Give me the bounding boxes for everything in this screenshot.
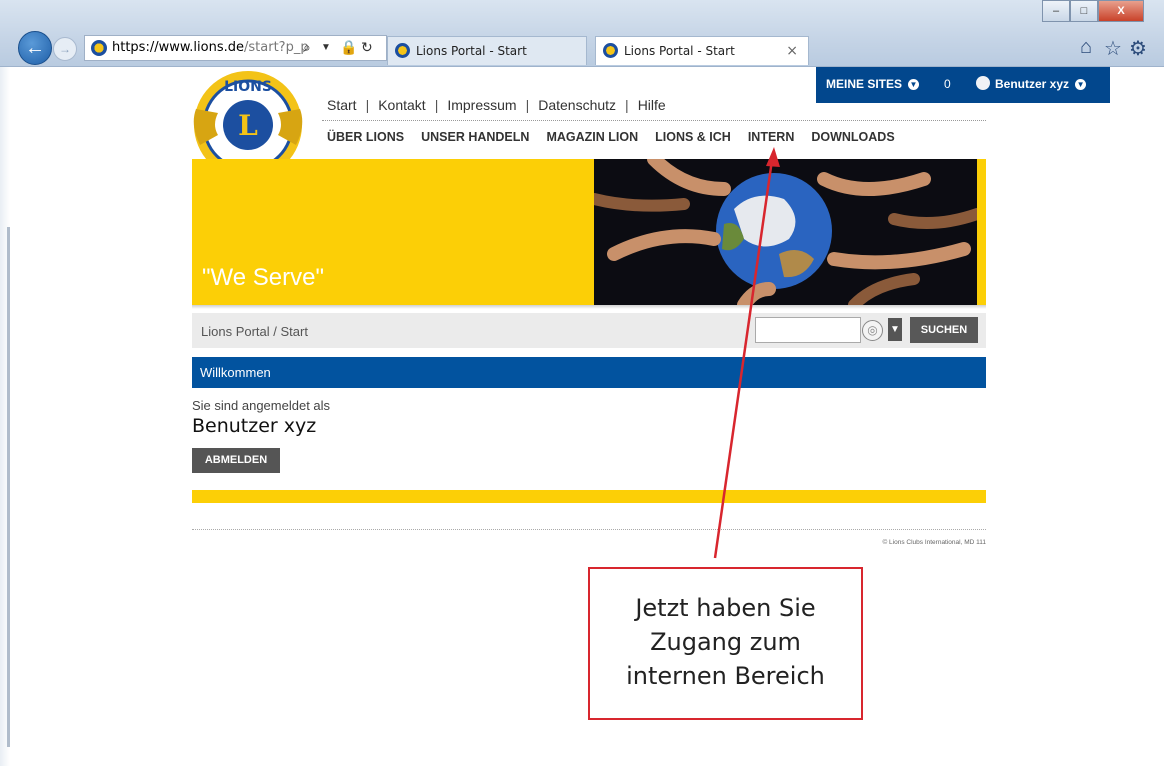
address-bar[interactable]: https://www.lions.de/start?p_p ⌕ ▼ 🔒 ↻ (84, 35, 387, 61)
meine-sites-label: MEINE SITES (826, 77, 903, 91)
logged-in-user: Benutzer xyz (192, 415, 317, 437)
forward-button[interactable]: → (53, 37, 77, 61)
close-tab-icon[interactable]: × (786, 43, 798, 59)
user-bar: MEINE SITES ▼ 0 Benutzer xyz ▼ (816, 67, 1110, 103)
main-nav-magazin-lion[interactable]: MAGAZIN LION (546, 130, 638, 144)
banner-shadow (192, 305, 986, 309)
favorites-star-icon[interactable]: ☆ (1104, 36, 1122, 61)
back-arrow-icon: ← (25, 37, 45, 59)
welcome-title: Willkommen (200, 365, 271, 380)
home-icon[interactable]: ⌂ (1080, 36, 1092, 59)
callout-line-3: internen Bereich (626, 662, 825, 690)
user-menu[interactable]: Benutzer xyz ▼ (995, 77, 1087, 91)
nav-separator: | (525, 97, 530, 113)
main-nav: ÜBER LIONS UNSER HANDELN MAGAZIN LION LIONS… (327, 130, 912, 144)
search-icon[interactable]: ⌕ (303, 39, 311, 56)
left-edge-bar (7, 227, 10, 747)
notification-count[interactable]: 0 (944, 77, 951, 91)
address-url: https://www.lions.de/start?p_p (112, 40, 309, 55)
maximize-button[interactable]: □ (1070, 0, 1098, 22)
callout-line-2: Zugang zum (650, 628, 801, 656)
dropdown-arrow-icon: ▼ (890, 324, 900, 335)
yellow-divider (192, 490, 986, 503)
logout-button[interactable]: ABMELDEN (192, 448, 280, 473)
main-nav-lions-und-ich[interactable]: LIONS & ICH (655, 130, 731, 144)
search-input[interactable] (755, 317, 861, 343)
copyright-text: © Lions Clubs International, MD 111 (882, 539, 986, 546)
back-button[interactable]: ← (18, 31, 52, 65)
welcome-header: Willkommen (192, 357, 986, 388)
minimize-button[interactable]: – (1042, 0, 1070, 22)
settings-gear-icon[interactable]: ⚙ (1129, 36, 1147, 61)
site-favicon-icon (91, 40, 107, 56)
forward-arrow-icon: → (59, 42, 71, 56)
main-nav-intern[interactable]: INTERN (748, 130, 795, 144)
breadcrumb: Lions Portal / Start ◎ ▼ SUCHEN (192, 313, 986, 348)
chevron-down-icon: ▼ (1075, 79, 1087, 90)
tab-2-label: Lions Portal - Start (624, 44, 735, 58)
meine-sites-menu[interactable]: MEINE SITES ▼ (826, 77, 920, 91)
main-nav-ueber-lions[interactable]: ÜBER LIONS (327, 130, 404, 144)
dropdown-arrow-icon[interactable]: ▼ (321, 42, 331, 53)
avatar[interactable] (976, 76, 990, 90)
user-name: Benutzer xyz (995, 77, 1070, 91)
left-scroll-edge (0, 67, 10, 766)
nav-separator: | (434, 97, 439, 113)
globe-hands-image (594, 159, 977, 305)
main-nav-downloads[interactable]: DOWNLOADS (811, 130, 894, 144)
globe-icon[interactable]: ◎ (862, 320, 883, 341)
utility-nav: Start | Kontakt | Impressum | Datenschutz | Hilf… (327, 97, 666, 113)
main-nav-unser-handeln[interactable]: UNSER HANDELN (421, 130, 529, 144)
tab-2-active[interactable]: Lions Portal - Start × (595, 36, 809, 65)
tab-1-label: Lions Portal - Start (416, 44, 527, 58)
banner-slogan: "We Serve" (202, 264, 324, 291)
nav-link-kontakt[interactable]: Kontakt (378, 97, 425, 113)
refresh-icon[interactable]: ↻ (361, 39, 373, 56)
tab-favicon-icon (603, 43, 618, 58)
callout-text: Jetzt haben Sie Zugang zum internen Bere… (590, 591, 861, 693)
nav-divider (322, 120, 986, 121)
breadcrumb-text[interactable]: Lions Portal / Start (201, 324, 308, 339)
nav-link-datenschutz[interactable]: Datenschutz (538, 97, 616, 113)
nav-separator: | (365, 97, 370, 113)
browser-chrome: ← → https://www.lions.de/start?p_p ⌕ ▼ 🔒… (0, 0, 1164, 67)
search-button[interactable]: SUCHEN (910, 317, 978, 343)
nav-separator: | (625, 97, 629, 113)
web-page: L LIONS INTERNATIONAL Start|Kontakt|Impr… (0, 67, 1164, 766)
lock-icon[interactable]: 🔒 (340, 39, 357, 56)
logged-in-label: Sie sind angemeldet als (192, 398, 331, 413)
hero-banner: "We Serve" (192, 159, 986, 309)
chevron-down-icon: ▼ (908, 79, 920, 90)
svg-text:LIONS: LIONS (224, 79, 272, 95)
callout-line-1: Jetzt haben Sie (635, 594, 816, 622)
nav-link-impressum[interactable]: Impressum (447, 97, 516, 113)
tab-1[interactable]: Lions Portal - Start (387, 36, 587, 65)
nav-link-start[interactable]: Start (327, 97, 357, 113)
nav-link-hilfe[interactable]: Hilfe (638, 97, 666, 113)
footer-divider (192, 529, 986, 530)
search-scope-dropdown[interactable]: ▼ (888, 318, 902, 341)
url-host: https://www.lions.de (112, 40, 245, 55)
annotation-callout: Jetzt haben Sie Zugang zum internen Bere… (588, 567, 863, 720)
svg-text:L: L (238, 109, 258, 142)
close-window-button[interactable]: X (1098, 0, 1144, 22)
url-path: /start?p_p (244, 40, 309, 55)
tab-favicon-icon (395, 43, 410, 58)
window-controls: – □ X (1042, 0, 1144, 22)
